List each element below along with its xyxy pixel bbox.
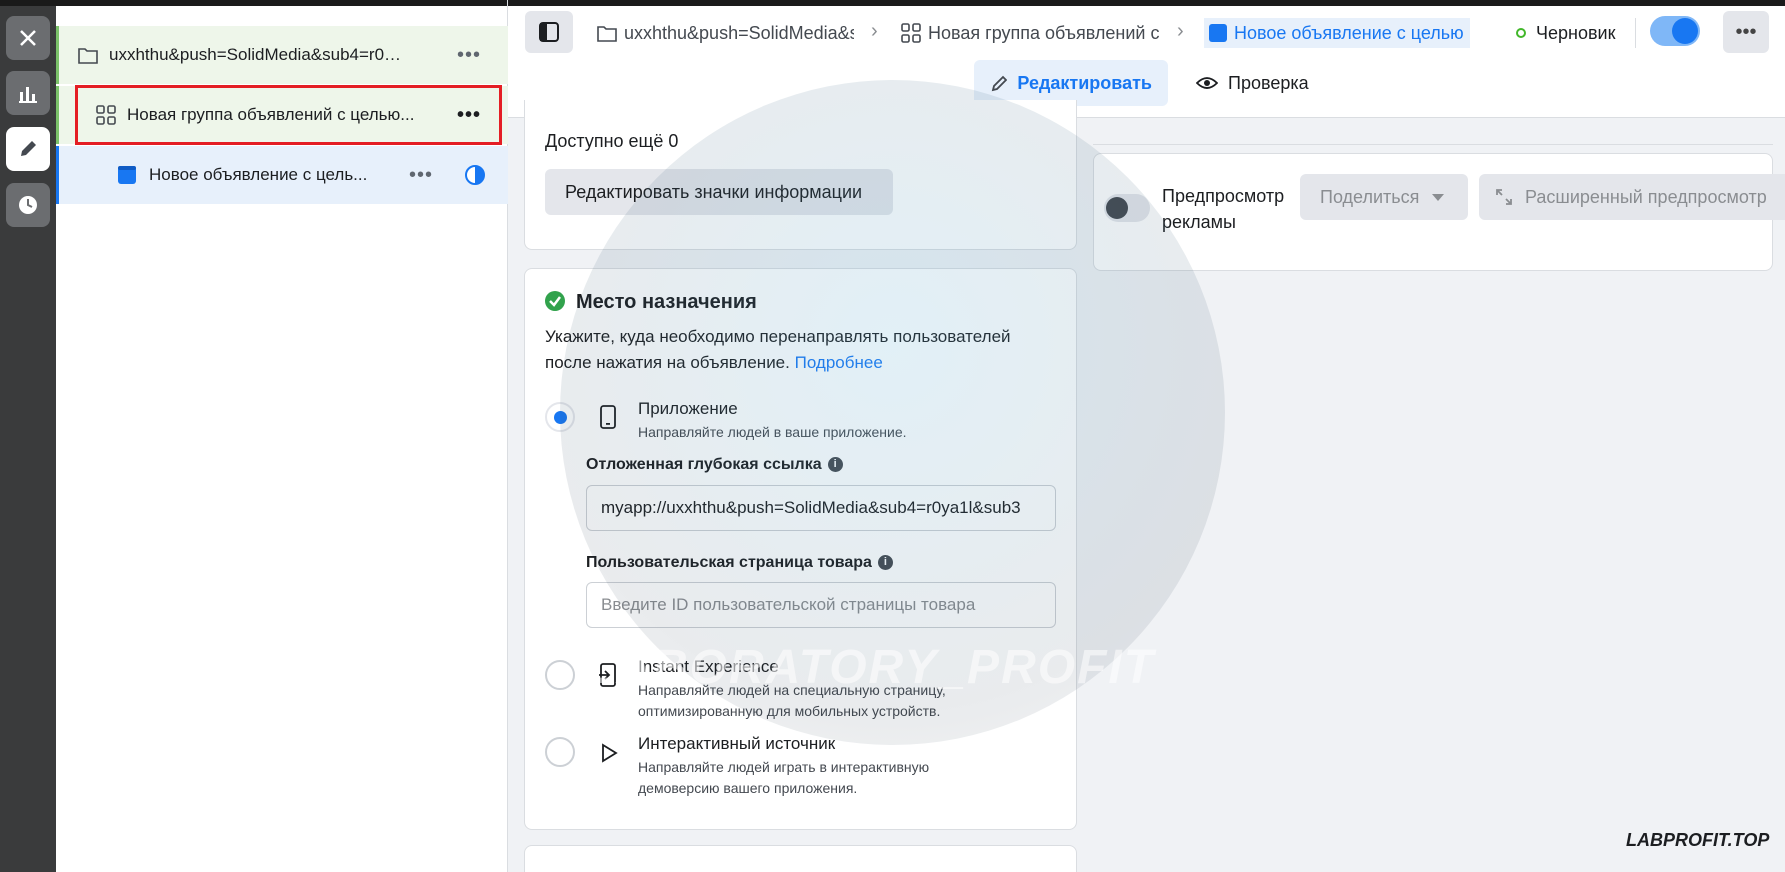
top-strip xyxy=(0,0,56,6)
option-title: Интерактивный источник xyxy=(638,734,836,753)
option-title: Приложение xyxy=(638,399,738,418)
folder-icon xyxy=(78,48,98,64)
share-button[interactable]: Поделиться xyxy=(1300,174,1468,220)
left-rail xyxy=(0,0,56,872)
status-badge: Черновик xyxy=(1516,18,1615,48)
toggle-panel-button[interactable] xyxy=(525,11,573,53)
preview-label: рекламы xyxy=(1162,212,1236,232)
ad-square-icon xyxy=(1209,24,1227,42)
divider xyxy=(1093,144,1773,145)
tree-item-ad[interactable]: Новое объявление с цель... ••• xyxy=(56,146,508,204)
half-circle-status-icon xyxy=(465,165,485,185)
close-button[interactable] xyxy=(6,16,50,60)
more-options-icon[interactable]: ••• xyxy=(457,104,481,127)
clock-icon xyxy=(19,196,37,214)
check-circle-icon xyxy=(545,291,565,311)
caret-down-icon xyxy=(1432,194,1445,201)
eye-icon xyxy=(1196,77,1218,89)
button-label: Редактировать значки информации xyxy=(565,181,863,202)
phone-icon xyxy=(600,405,616,429)
option-description: Направляйте людей на специальную страниц… xyxy=(638,682,946,698)
preview-toggle[interactable] xyxy=(1104,194,1150,222)
divider xyxy=(1635,18,1636,48)
edit-info-icons-button[interactable]: Редактировать значки информации xyxy=(545,169,893,215)
option-description: демоверсию вашего приложения. xyxy=(638,780,858,796)
option-description: Направляйте людей в ваше приложение. xyxy=(638,424,907,440)
chevron-right-icon: › xyxy=(871,20,878,42)
product-page-input[interactable]: Введите ID пользовательской страницы тов… xyxy=(586,582,1056,628)
toggle-knob xyxy=(1106,197,1128,219)
option-title: Instant Experience xyxy=(638,657,779,676)
option-description: Направляйте людей играть в интерактивную xyxy=(638,759,930,775)
breadcrumb-label: Новое объявление с целью xyxy=(1234,22,1464,43)
breadcrumb-ad[interactable]: Новое объявление с целью xyxy=(1204,18,1470,48)
breadcrumb-campaign[interactable]: uxxhthu&push=SolidMedia&su xyxy=(596,18,854,48)
next-card xyxy=(524,845,1077,872)
more-options-icon: ••• xyxy=(1735,20,1757,43)
expand-icon xyxy=(1496,189,1512,205)
edit-mode-button[interactable] xyxy=(6,127,50,171)
tab-review[interactable]: Проверка xyxy=(1180,60,1325,106)
breadcrumb-adset[interactable]: Новая группа объявлений с xyxy=(900,18,1170,48)
tree-item-label: uxxhthu&push=SolidMedia&sub4=r0ya... xyxy=(109,45,409,64)
pencil-icon xyxy=(21,141,36,156)
learn-more-link[interactable]: Подробнее xyxy=(795,353,883,372)
breadcrumb-label: Новая группа объявлений с xyxy=(928,22,1160,43)
option-description: оптимизированную для мобильных устройств… xyxy=(638,703,941,719)
tab-label: Проверка xyxy=(1228,72,1309,93)
more-actions-button[interactable]: ••• xyxy=(1723,11,1769,53)
product-page-label: Пользовательская страница товара i xyxy=(586,554,893,572)
available-count: Доступно ещё 0 xyxy=(545,131,679,151)
input-value: myapp://uxxhthu&push=SolidMedia&sub4=r0y… xyxy=(601,498,1021,517)
toggle-knob xyxy=(1672,18,1698,44)
tree-item-label: Новое объявление с цель... xyxy=(149,165,368,184)
reports-button[interactable] xyxy=(6,71,50,115)
instant-experience-icon xyxy=(599,663,616,687)
section-description: после нажатия на объявление. Подробнее xyxy=(545,353,883,372)
radio-playable[interactable] xyxy=(545,737,575,767)
brand-label: LABPROFIT.TOP xyxy=(1626,830,1770,850)
button-label: Расширенный предпросмотр xyxy=(1525,186,1767,207)
advanced-preview-button[interactable]: Расширенный предпросмотр xyxy=(1479,174,1785,220)
deeplink-input[interactable]: myapp://uxxhthu&push=SolidMedia&sub4=r0y… xyxy=(586,485,1056,531)
tree-item-adset[interactable]: Новая группа объявлений с целью... ••• xyxy=(56,86,508,144)
chevron-right-icon: › xyxy=(1177,20,1184,42)
grid-icon xyxy=(901,23,921,43)
top-strip xyxy=(508,0,1785,6)
campaign-tree-panel: uxxhthu&push=SolidMedia&sub4=r0ya... •••… xyxy=(56,0,508,872)
deeplink-label: Отложенная глубокая ссылка i xyxy=(586,456,843,474)
close-icon xyxy=(20,30,36,46)
status-dot-icon xyxy=(1516,28,1526,38)
tree-item-label: Новая группа объявлений с целью... xyxy=(127,105,415,124)
section-title: Место назначения xyxy=(576,291,757,313)
input-placeholder: Введите ID пользовательской страницы тов… xyxy=(601,595,976,614)
radio-instant-experience[interactable] xyxy=(545,660,575,690)
grid-icon xyxy=(96,105,116,125)
section-description: Укажите, куда необходимо перенаправлять … xyxy=(545,327,1011,346)
breadcrumb-label: uxxhthu&push=SolidMedia&su xyxy=(624,22,854,43)
ad-square-icon xyxy=(118,166,136,184)
bar-chart-icon xyxy=(19,87,37,103)
sidebar-toggle-icon xyxy=(539,22,559,42)
folder-icon xyxy=(597,26,617,42)
more-options-icon[interactable]: ••• xyxy=(409,164,433,187)
top-strip xyxy=(56,0,507,6)
play-icon xyxy=(602,743,618,763)
status-label: Черновик xyxy=(1536,22,1616,43)
preview-label: Предпросмотр xyxy=(1162,186,1285,206)
ad-on-off-toggle[interactable] xyxy=(1650,16,1700,46)
history-button[interactable] xyxy=(6,183,50,227)
radio-app[interactable] xyxy=(545,402,575,432)
button-label: Поделиться xyxy=(1320,186,1420,207)
tree-item-campaign[interactable]: uxxhthu&push=SolidMedia&sub4=r0ya... ••• xyxy=(56,26,508,84)
pencil-icon xyxy=(991,75,1008,92)
more-options-icon[interactable]: ••• xyxy=(457,44,481,67)
info-icon[interactable]: i xyxy=(827,457,843,473)
info-icon[interactable]: i xyxy=(877,555,893,571)
tab-label: Редактировать xyxy=(1017,72,1152,93)
